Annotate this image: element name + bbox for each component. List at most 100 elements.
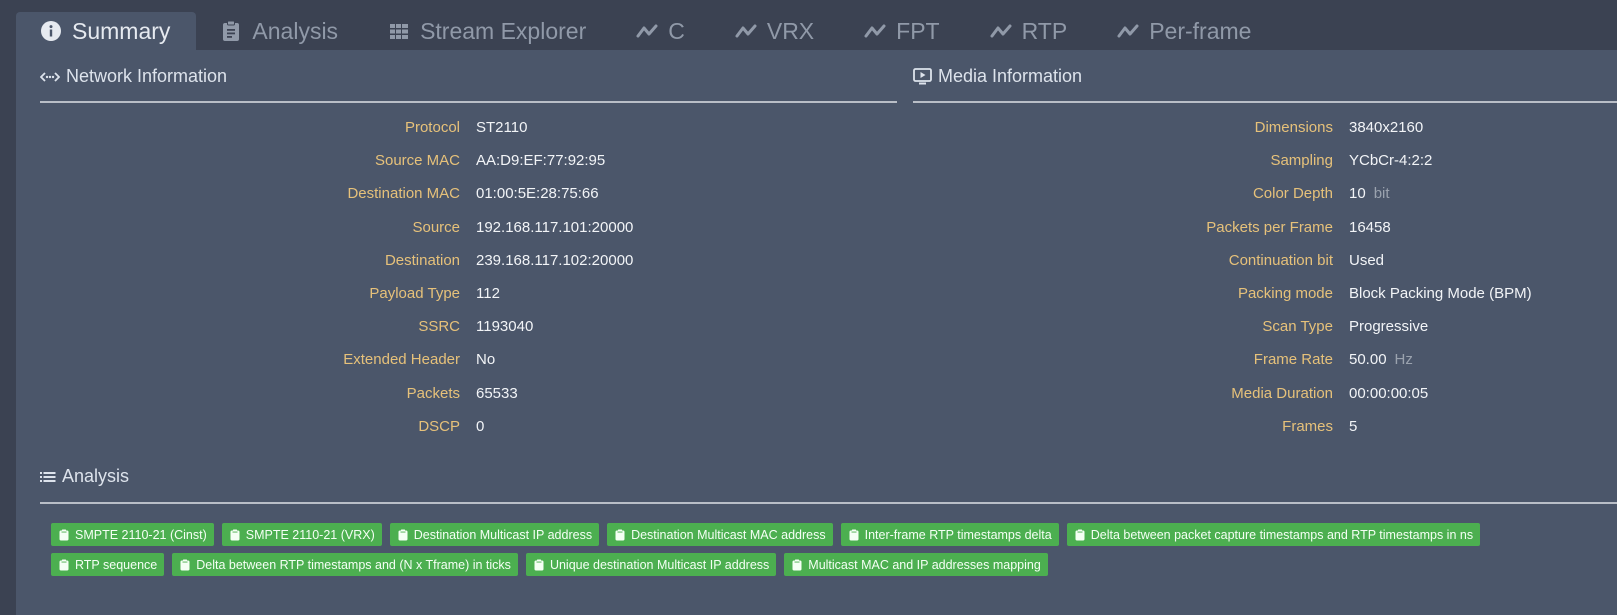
field-value-text: YCbCr-4:2:2 [1349, 152, 1433, 170]
field-label: Packing mode [1237, 285, 1333, 303]
field-label: Sampling [1270, 152, 1333, 170]
field-label: Destination MAC [347, 185, 460, 203]
field-value: 1193040 [460, 318, 533, 335]
analysis-badge[interactable]: Multicast MAC and IP addresses mapping [784, 553, 1048, 576]
network-row-payload-type: Payload Type 112 [40, 277, 633, 310]
field-value: Progressive [1333, 318, 1428, 335]
clipboard-icon [1075, 529, 1085, 541]
media-info-list: Dimensions 3840x2160 Sampling YCbCr-4:2:2 Co… [913, 111, 1532, 443]
analysis-badge[interactable]: SMPTE 2110-21 (Cinst) [51, 523, 214, 546]
field-value: 00:00:00:05 [1333, 385, 1428, 402]
tab-summary[interactable]: Summary [16, 12, 197, 50]
media-row-scan-type: Scan Type Progressive [913, 310, 1532, 343]
field-label: Dimensions [1254, 119, 1333, 137]
tab-label: FPT [896, 17, 940, 44]
field-value: No [460, 351, 495, 368]
tab-bar: Summary Analysis Stream Explorer C VRX FPT RTP… [16, 12, 1617, 50]
tab-fpt[interactable]: FPT [840, 12, 965, 50]
tab-label: Analysis [252, 17, 339, 44]
network-information-title: Network Information [66, 66, 228, 86]
field-value: 239.168.117.102:20000 [460, 252, 633, 269]
tab-label: Per-frame [1149, 17, 1252, 44]
tab-label: RTP [1021, 17, 1068, 44]
field-label: Extended Header [343, 351, 460, 369]
field-value: 65533 [460, 385, 518, 402]
field-value-text: Block Packing Mode (BPM) [1349, 285, 1532, 303]
line-chart-icon [1117, 20, 1139, 42]
analysis-badge-label: SMPTE 2110-21 (VRX) [245, 527, 375, 542]
field-value: 10 bit [1333, 185, 1390, 202]
field-value: 0 [460, 418, 484, 435]
media-row-packing-mode: Packing mode Block Packing Mode (BPM) [913, 277, 1532, 310]
field-value: 112 [460, 285, 500, 302]
clipboard-icon [534, 559, 544, 571]
field-value-text: AA:D9:EF:77:92:95 [476, 152, 606, 170]
network-info-list: Protocol ST2110 Source MAC AA:D9:EF:77:92:9… [40, 111, 633, 443]
field-value-text: 00:00:00:05 [1349, 384, 1429, 402]
clipboard-icon [792, 559, 802, 571]
field-value-text: 01:00:5E:28:75:66 [476, 185, 599, 203]
analysis-badge-label: Destination Multicast IP address [413, 527, 593, 542]
field-label: Frames [1282, 417, 1333, 435]
clipboard-icon [59, 529, 69, 541]
analysis-badge-label: RTP sequence [75, 557, 158, 572]
field-label: Payload Type [369, 285, 460, 303]
field-value-text: ST2110 [476, 119, 528, 137]
field-label: DSCP [418, 417, 460, 435]
field-value-text: 239.168.117.102:20000 [476, 251, 634, 269]
media-information-title: Media Information [938, 66, 1083, 86]
analysis-badge[interactable]: Inter-frame RTP timestamps delta [840, 523, 1059, 546]
media-row-packets-per-frame: Packets per Frame 16458 [913, 211, 1532, 244]
analysis-badge[interactable]: Delta between RTP timestamps and (N x Tf… [172, 553, 518, 576]
clipboard-icon [180, 559, 190, 571]
analysis-badge[interactable]: Destination Multicast IP address [389, 523, 600, 546]
tab-per-frame[interactable]: Per-frame [1093, 12, 1277, 50]
media-divider [913, 101, 1617, 103]
field-value-text: Used [1349, 251, 1385, 269]
tab-vrx[interactable]: VRX [711, 12, 840, 50]
analysis-badge[interactable]: Destination Multicast MAC address [607, 523, 833, 546]
monitor-play-icon [913, 68, 932, 85]
network-icon [40, 70, 60, 84]
tab-stream-explorer[interactable]: Stream Explorer [364, 12, 612, 50]
field-value: 50.00 Hz [1333, 351, 1413, 368]
analysis-badge[interactable]: SMPTE 2110-21 (VRX) [221, 523, 382, 546]
media-row-dimensions: Dimensions 3840x2160 [913, 111, 1532, 144]
analysis-badge-label: Delta between packet capture timestamps … [1090, 527, 1474, 542]
field-value: ST2110 [460, 119, 527, 136]
analysis-badge[interactable]: Delta between packet capture timestamps … [1066, 523, 1481, 546]
media-row-sampling: Sampling YCbCr-4:2:2 [913, 144, 1532, 177]
field-value: 5 [1333, 418, 1357, 435]
field-label: Packets per Frame [1206, 218, 1333, 236]
field-label: Continuation bit [1228, 251, 1333, 269]
network-row-source-mac: Source MAC AA:D9:EF:77:92:95 [40, 144, 633, 177]
field-value-text: 10 [1349, 185, 1366, 203]
field-value-text: 3840x2160 [1349, 119, 1424, 137]
analysis-badge-label: Delta between RTP timestamps and (N x Tf… [196, 557, 511, 572]
media-row-color-depth: Color Depth 10 bit [913, 177, 1532, 210]
clipboard-icon [59, 559, 69, 571]
tab-c[interactable]: C [612, 12, 711, 50]
summary-panel: Network Information Media Information Pr… [16, 50, 1617, 615]
clipboard-icon [220, 20, 242, 42]
tab-analysis[interactable]: Analysis [196, 12, 364, 50]
analysis-badge[interactable]: RTP sequence [51, 553, 165, 576]
field-value: Block Packing Mode (BPM) [1333, 285, 1532, 302]
field-value-text: Progressive [1349, 318, 1429, 336]
field-label: Source MAC [374, 152, 460, 170]
grid-icon [388, 20, 410, 42]
analysis-badge[interactable]: Unique destination Multicast IP address [525, 553, 777, 576]
clipboard-icon [398, 529, 408, 541]
network-row-extended-header: Extended Header No [40, 343, 633, 376]
network-row-source: Source 192.168.117.101:20000 [40, 211, 633, 244]
field-value: 16458 [1333, 219, 1391, 236]
list-icon [40, 471, 56, 483]
analysis-badges: SMPTE 2110-21 (Cinst) SMPTE 2110-21 (VRX)… [51, 523, 1531, 576]
tab-label: Stream Explorer [420, 17, 587, 44]
analysis-badge-label: SMPTE 2110-21 (Cinst) [75, 527, 207, 542]
line-chart-icon [735, 20, 757, 42]
field-label: Destination [384, 251, 460, 269]
tab-rtp[interactable]: RTP [966, 12, 1094, 50]
field-value-text: 65533 [476, 384, 518, 402]
line-chart-icon [864, 20, 886, 42]
